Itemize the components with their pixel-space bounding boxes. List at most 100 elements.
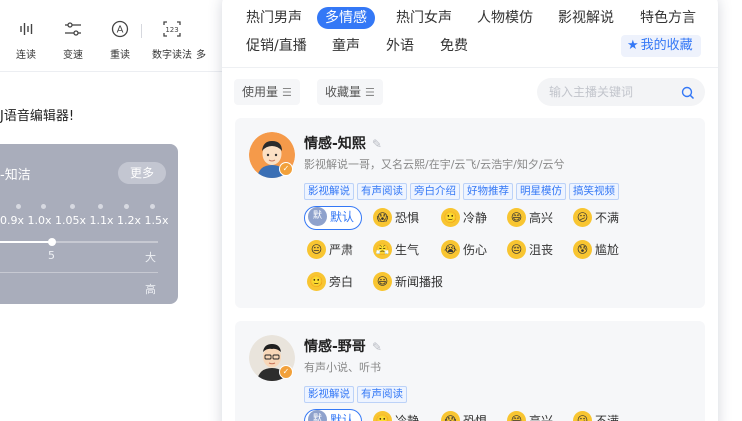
voice-picker-panel: 热门男声 多情感 热门女声 人物模仿 影视解说 特色方言 促销/直播 童声 外语… (222, 0, 718, 421)
voice-name-text: 情感-野哥 (304, 339, 366, 355)
voice-description: 有声小说、听书 (304, 361, 381, 374)
search-icon[interactable] (681, 85, 695, 100)
current-voice-name: -知洁 (0, 168, 31, 183)
emotion-label: 默认 (330, 413, 355, 421)
voice-search-box (537, 78, 705, 106)
toolbar-speed-button[interactable]: 变速 (53, 18, 93, 61)
emotion-dissatisfied[interactable]: 😕 不满 (570, 409, 626, 421)
emotion-label: 新闻播报 (395, 275, 444, 289)
speed-adjust-icon (53, 18, 93, 40)
emotion-default[interactable]: 默默认 (304, 409, 363, 421)
tab-dialect[interactable]: 特色方言 (640, 7, 696, 29)
happy-emoji-icon: 😄 (507, 411, 526, 421)
sort-favorites-label: 收藏量 (325, 85, 362, 99)
category-tabs: 热门男声 多情感 热门女声 人物模仿 影视解说 特色方言 促销/直播 童声 外语… (222, 0, 718, 66)
my-favorites-label: 我的收藏 (640, 38, 693, 53)
speed-options[interactable]: 0.9x 1.0x 1.05x 1.1x 1.2x 1.5x (0, 214, 169, 227)
dissatisfied-emoji-icon: 😕 (573, 411, 592, 421)
voice-name: 情感-野哥 ✎ (304, 336, 382, 356)
emotion-label: 严肃 (329, 243, 354, 257)
voice-tag: 有声阅读 (357, 183, 407, 200)
voice-search-input[interactable] (549, 82, 679, 102)
emotion-label: 旁白 (329, 275, 354, 289)
emotion-awkward[interactable]: 😰 尴尬 (570, 238, 626, 262)
emotion-label: 恐惧 (463, 414, 488, 421)
voice-tag: 影视解说 (304, 386, 354, 403)
emotion-angry[interactable]: 😤 生气 (370, 238, 426, 262)
emotion-calm[interactable]: 🙂 冷静 (370, 409, 426, 421)
emotion-fear[interactable]: 😱 恐惧 (370, 206, 426, 230)
voice-name: 情感-知熙 ✎ (304, 133, 382, 153)
tab-free[interactable]: 免费 (440, 35, 468, 57)
toolbar-number-reading-button[interactable]: 123 数字读法 (152, 18, 192, 61)
tab-character-imitation[interactable]: 人物模仿 (477, 7, 533, 29)
emotion-sad[interactable]: 😭 伤心 (438, 238, 494, 262)
emotion-depressed[interactable]: 😔 沮丧 (504, 238, 560, 262)
volume-max-label: 大 (145, 251, 156, 264)
voice-tag: 旁白介绍 (410, 183, 460, 200)
pitch-slider-track[interactable] (0, 272, 158, 273)
tab-child-voice[interactable]: 童声 (332, 35, 360, 57)
voice-tags: 影视解说 有声阅读 旁白介绍 好物推荐 明星模仿 搞笑视频 (304, 179, 622, 200)
voice-tag: 好物推荐 (463, 183, 513, 200)
emotion-label: 不满 (595, 211, 620, 225)
emotion-fear[interactable]: 😱 恐惧 (438, 409, 494, 421)
emotion-happy[interactable]: 😄 高兴 (504, 409, 560, 421)
emotion-default[interactable]: 默默认 (304, 206, 363, 230)
emotion-dissatisfied[interactable]: 😕 不满 (570, 206, 626, 230)
narration-emoji-icon: 🙂 (307, 272, 326, 291)
tab-film-commentary[interactable]: 影视解说 (558, 7, 614, 29)
toolbar-stress-button[interactable]: A 重读 (100, 18, 140, 61)
angry-emoji-icon: 😤 (373, 240, 392, 259)
tab-hot-female[interactable]: 热门女声 (396, 7, 452, 29)
editor-toolbar: 连读 变速 A 重读 123 数字读法 多 (0, 0, 230, 72)
sad-emoji-icon: 😭 (441, 240, 460, 259)
default-emotion-icon: 默 (308, 410, 327, 421)
editor-content[interactable]: J语音编辑器! (0, 105, 74, 124)
sort-by-usage[interactable]: 使用量 ☰ (234, 79, 300, 105)
fear-emoji-icon: 😱 (373, 208, 392, 227)
voice-card-yege[interactable]: ✓ 情感-野哥 ✎ 有声小说、听书 影视解说 有声阅读 默默认 🙂 冷静 😱 恐惧 😄 高… (235, 321, 705, 421)
awkward-emoji-icon: 😰 (573, 240, 592, 259)
emotion-narration[interactable]: 🙂 旁白 (304, 270, 360, 294)
emotion-label: 伤心 (463, 243, 488, 257)
voice-description: 影视解说一哥，又名云熙/在宇/云飞/云浩宇/知夕/云兮 (304, 158, 565, 171)
emotion-label: 高兴 (529, 414, 554, 421)
calm-emoji-icon: 🙂 (441, 208, 460, 227)
current-voice-card: -知洁 更多 0.9x 1.0x 1.05x 1.1x 1.2x 1.5x 5 … (0, 144, 178, 304)
tab-multi-emotion[interactable]: 多情感 (317, 7, 375, 29)
emotion-calm[interactable]: 🙂 冷静 (438, 206, 494, 230)
verified-badge: ✓ (279, 365, 293, 379)
news-emoji-icon: 😃 (373, 272, 392, 291)
emotion-label: 默认 (330, 210, 355, 224)
waveform-icon (6, 18, 46, 40)
tab-hot-male[interactable]: 热门男声 (246, 7, 302, 29)
volume-value: 5 (48, 249, 55, 262)
tab-foreign-language[interactable]: 外语 (386, 35, 414, 57)
sort-by-favorites[interactable]: 收藏量 ☰ (317, 79, 383, 105)
sort-usage-label: 使用量 (242, 85, 279, 99)
edit-icon[interactable]: ✎ (372, 340, 382, 354)
toolbar-label: 重读 (110, 50, 130, 61)
calm-emoji-icon: 🙂 (373, 411, 392, 421)
svg-text:A: A (117, 25, 124, 36)
emotion-serious[interactable]: 😐 严肃 (304, 238, 360, 262)
toolbar-liaison-button[interactable]: 连读 (6, 18, 46, 61)
toolbar-label: 连读 (16, 50, 36, 61)
voice-tag: 搞笑视频 (569, 183, 619, 200)
volume-slider-handle[interactable] (48, 238, 56, 246)
my-favorites-button[interactable]: ★ 我的收藏 (621, 35, 701, 57)
tab-promo-live[interactable]: 促销/直播 (246, 35, 307, 57)
number-123-icon: 123 (152, 18, 192, 40)
emotion-happy[interactable]: 😄 高兴 (504, 206, 560, 230)
fear-emoji-icon: 😱 (441, 411, 460, 421)
volume-slider-fill (0, 241, 52, 243)
dissatisfied-emoji-icon: 😕 (573, 208, 592, 227)
edit-icon[interactable]: ✎ (372, 137, 382, 151)
emotion-label: 沮丧 (529, 243, 554, 257)
voice-card-zhixi[interactable]: ✓ 情感-知熙 ✎ 影视解说一哥，又名云熙/在宇/云飞/云浩宇/知夕/云兮 影视解… (235, 118, 705, 308)
sort-icon: ☰ (282, 86, 292, 99)
emotion-news[interactable]: 😃 新闻播报 (370, 270, 450, 294)
voice-more-button[interactable]: 更多 (118, 162, 166, 184)
voice-tags: 影视解说 有声阅读 (304, 382, 410, 403)
